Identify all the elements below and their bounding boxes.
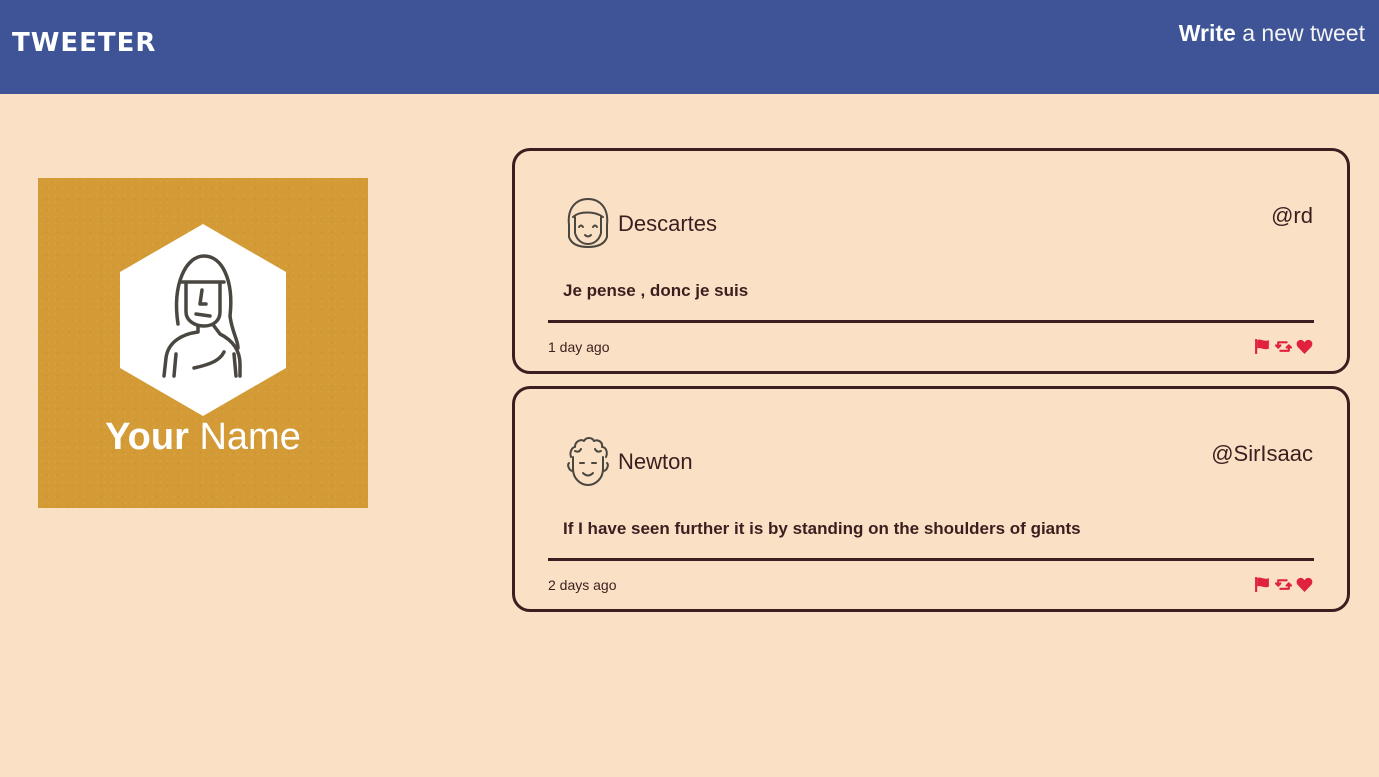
tweet-author: Newton — [618, 449, 693, 474]
tweet-divider — [548, 558, 1314, 561]
tweet-actions — [1254, 338, 1313, 355]
tweet-handle: @SirIsaac — [1211, 441, 1313, 466]
profile-first-name: Your — [105, 416, 189, 458]
tweet-actions — [1254, 576, 1313, 593]
flag-icon[interactable] — [1254, 338, 1271, 355]
profile-card: Your Name — [38, 178, 368, 508]
retweet-icon[interactable] — [1275, 338, 1292, 355]
compose-label-rest: a new tweet — [1235, 20, 1365, 46]
tweet-text: If I have seen further it is by standing… — [563, 519, 1081, 538]
tweet-handle: @rd — [1271, 203, 1313, 228]
retweet-icon[interactable] — [1275, 576, 1292, 593]
tweet-text: Je pense , donc je suis — [563, 281, 749, 300]
tweet-timestamp: 1 day ago — [548, 339, 610, 355]
profile-last-name: Name — [188, 416, 301, 458]
girl-avatar-icon — [567, 198, 609, 248]
heart-icon[interactable] — [1296, 576, 1313, 593]
brand-logo[interactable]: TWEETER — [12, 28, 156, 58]
profile-name: Your Name — [38, 416, 368, 459]
flag-icon[interactable] — [1254, 576, 1271, 593]
tweet-timestamp: 2 days ago — [548, 577, 617, 593]
curly-hair-avatar-icon — [567, 437, 609, 486]
compose-label-bold: Write — [1178, 20, 1236, 46]
profile-avatar-icon — [120, 224, 286, 416]
top-nav: TWEETER Write a new tweet — [0, 0, 1379, 94]
tweet-author: Descartes — [618, 211, 718, 236]
tweet-card: Newton @SirIsaac If I have seen further … — [512, 386, 1350, 612]
heart-icon[interactable] — [1296, 338, 1313, 355]
tweet-card: Descartes @rd Je pense , donc je suis 1 … — [512, 148, 1350, 374]
tweet-divider — [548, 320, 1314, 323]
compose-tweet-button[interactable]: Write a new tweet — [1179, 20, 1365, 47]
